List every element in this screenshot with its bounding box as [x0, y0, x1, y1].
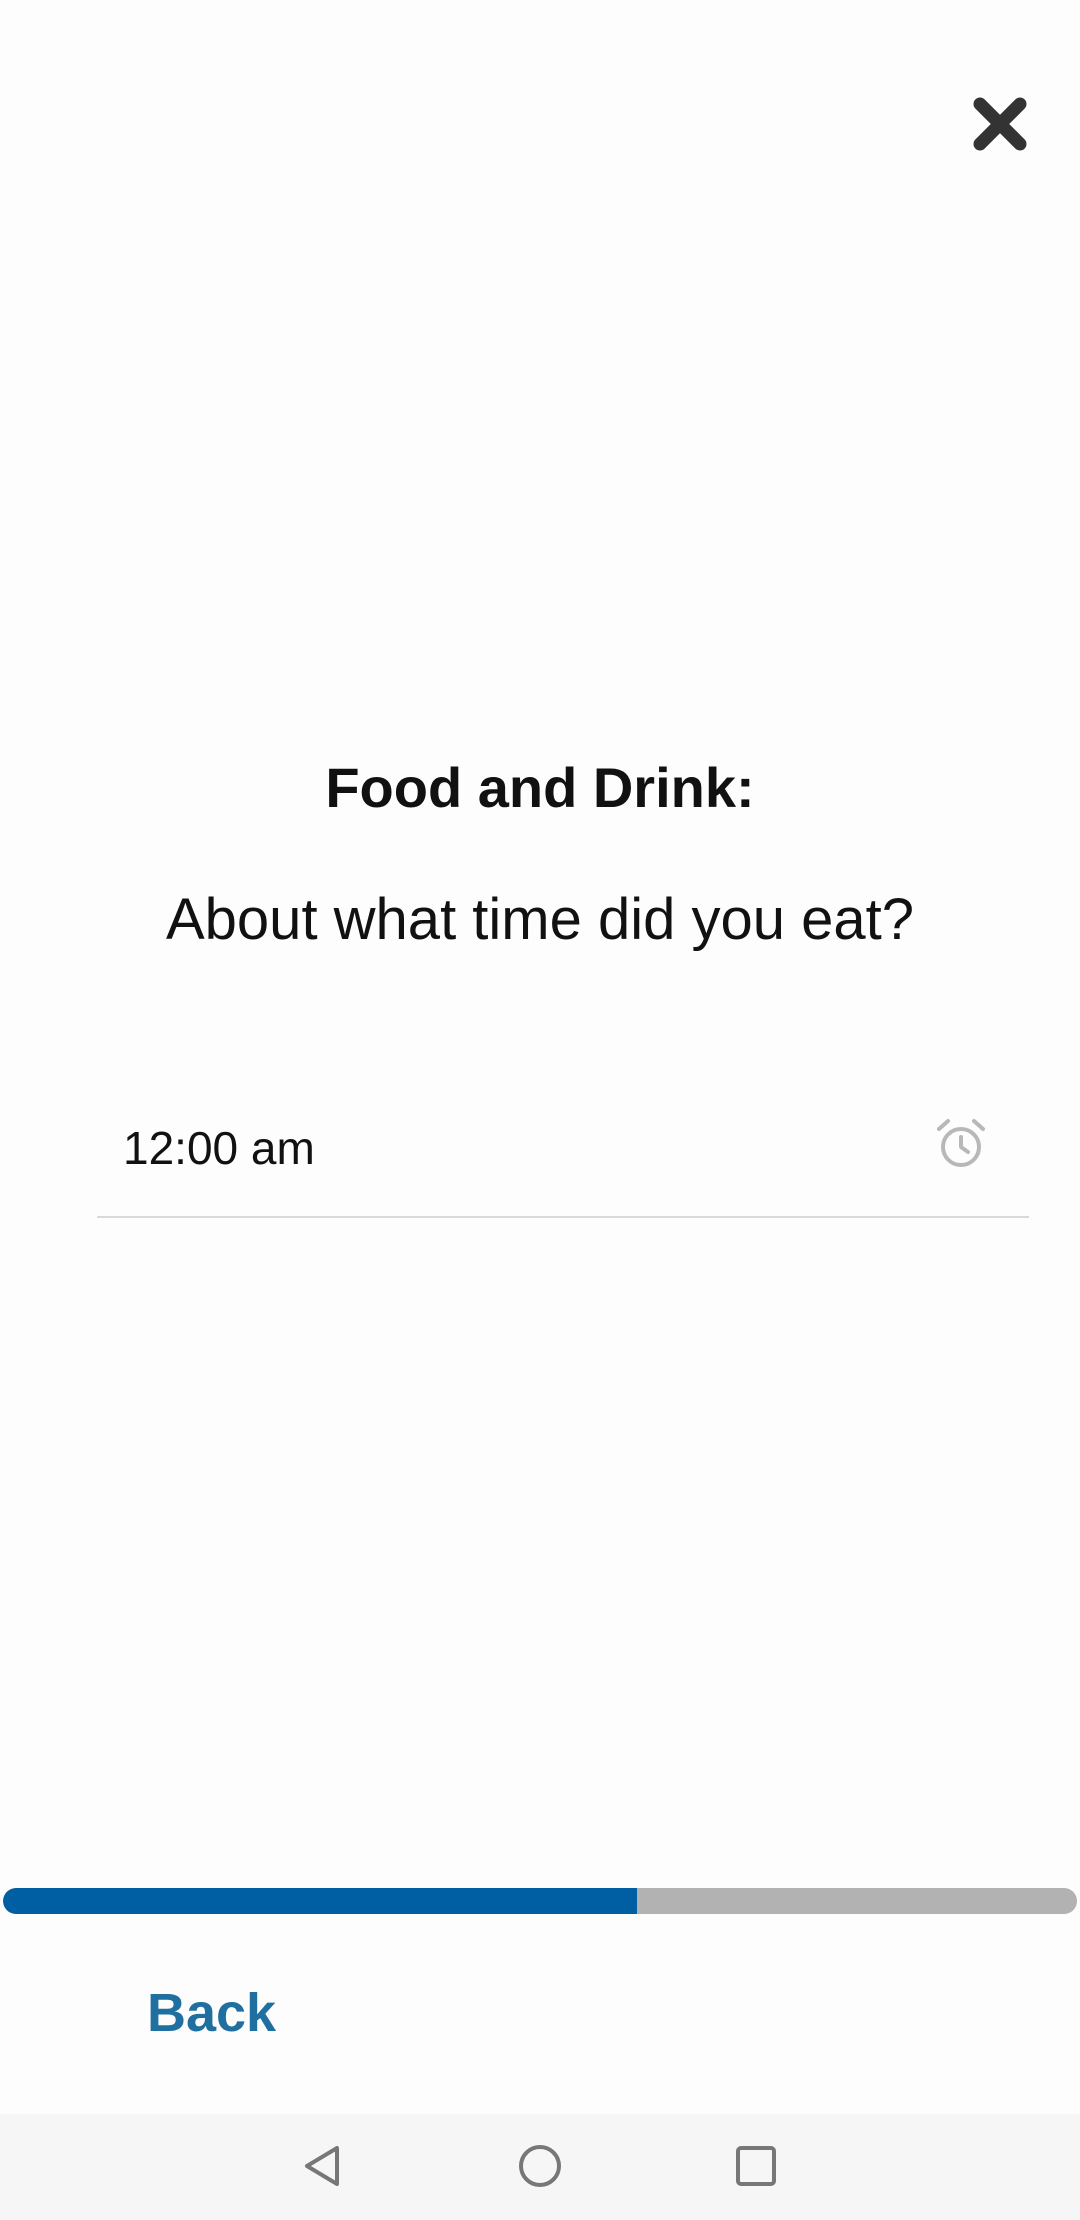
back-button[interactable]: Back: [147, 1978, 276, 2048]
time-input-value: 12:00 am: [123, 1122, 315, 1174]
nav-recents-icon: [736, 2146, 776, 2186]
nav-back-icon: [305, 2146, 339, 2186]
nav-back-button[interactable]: [293, 2136, 353, 2196]
question-text: About what time did you eat?: [165, 887, 915, 952]
close-button[interactable]: [964, 88, 1036, 160]
progress-bar-fill: [3, 1888, 637, 1914]
time-input-field[interactable]: 12:00 am: [97, 1100, 1029, 1218]
page-title: Food and Drink:: [325, 756, 755, 819]
nav-home-button[interactable]: [510, 2136, 570, 2196]
nav-home-icon: [519, 2145, 561, 2187]
survey-screen: Food and Drink: About what time did you …: [0, 0, 1080, 2220]
nav-recents-button[interactable]: [726, 2136, 786, 2196]
system-navigation-bar: [0, 2114, 1080, 2220]
alarm-clock-icon: [937, 1119, 985, 1167]
progress-bar: [3, 1888, 1077, 1914]
close-icon: [973, 97, 1027, 151]
